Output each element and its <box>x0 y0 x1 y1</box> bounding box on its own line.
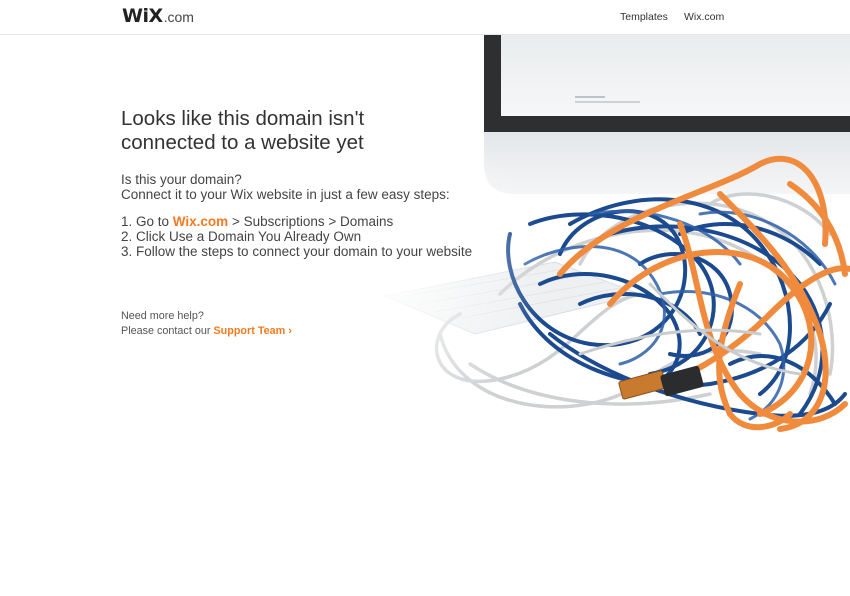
step-1-suffix: > Subscriptions > Domains <box>228 214 394 229</box>
top-bar: WiX .com Templates Wix.com <box>0 0 850 35</box>
headline-line-2: connected to a website yet <box>121 131 364 154</box>
intro-text: Is this your domain? Connect it to your … <box>121 172 472 202</box>
logo-suffix: .com <box>163 9 194 25</box>
wix-link[interactable]: Wix.com <box>173 214 228 229</box>
intro-line-1: Is this your domain? <box>121 172 242 187</box>
step-2: 2. Click Use a Domain You Already Own <box>121 229 362 244</box>
intro-line-2: Connect it to your Wix website in just a… <box>121 187 450 202</box>
logo-brand: WiX <box>122 5 163 27</box>
page-title: Looks like this domain isn't connected t… <box>121 107 421 155</box>
wix-logo[interactable]: WiX .com <box>122 5 194 27</box>
help-line-2: Please contact our Support Team › <box>121 324 472 339</box>
nav-wix-link[interactable]: Wix.com <box>684 11 724 23</box>
step-3: 3. Follow the steps to connect your doma… <box>121 244 473 259</box>
help-line-1: Need more help? <box>121 310 204 322</box>
nav-templates-link[interactable]: Templates <box>620 11 668 23</box>
support-team-link[interactable]: Support Team › <box>213 325 291 337</box>
help-text: Need more help? Please contact our Suppo… <box>121 309 472 339</box>
step-1: 1. Go to Wix.com > Subscriptions > Domai… <box>121 214 472 229</box>
main-content: Looks like this domain isn't connected t… <box>121 107 472 339</box>
step-1-prefix: 1. Go to <box>121 214 173 229</box>
headline-line-1: Looks like this domain isn't <box>121 107 365 130</box>
help-line-2-prefix: Please contact our <box>121 325 214 337</box>
steps-list: 1. Go to Wix.com > Subscriptions > Domai… <box>121 214 472 259</box>
